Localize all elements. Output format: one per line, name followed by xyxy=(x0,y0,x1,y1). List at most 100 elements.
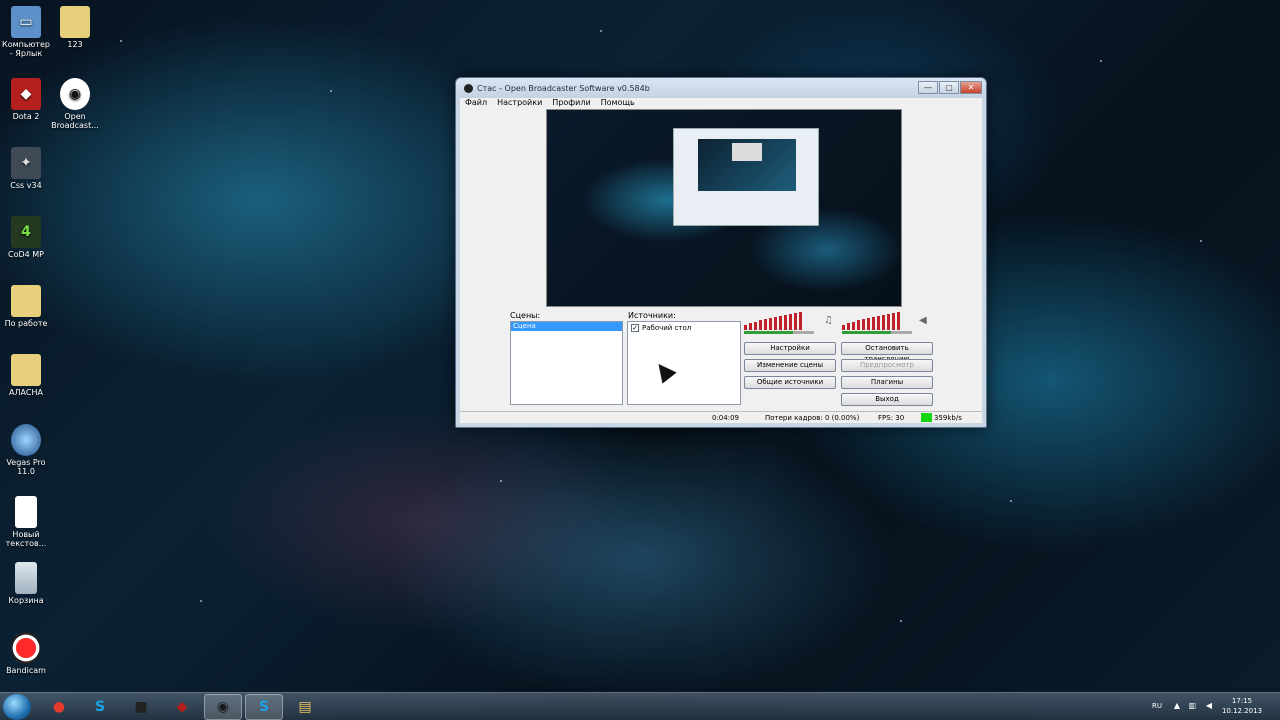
volume-icon[interactable]: ◀ xyxy=(1206,701,1212,710)
star xyxy=(500,480,502,482)
dropped-frames: Потери кадров: 0 (0.00%) xyxy=(765,414,860,422)
window-client: Сцены: Сцена Источники: ✓ Рабочий стол ♫… xyxy=(460,109,982,423)
window-controls: — ▢ ✕ xyxy=(918,81,982,94)
menu-bar: Файл Настройки Профили Помощь xyxy=(460,98,982,109)
desktop-icon-label: АЛАСНА xyxy=(8,388,44,397)
desktop-icon-label: Open Broadcast... xyxy=(51,112,99,130)
clock-date[interactable]: 10.12.2013 xyxy=(1218,707,1266,715)
computer-icon: ▭ xyxy=(11,6,41,38)
dota2-icon: ◆ xyxy=(176,699,188,715)
menu-help[interactable]: Помощь xyxy=(601,98,635,109)
taskbar-app[interactable]: ■ xyxy=(122,694,160,720)
menu-settings[interactable]: Настройки xyxy=(497,98,542,109)
source-label: Рабочий стол xyxy=(642,324,692,332)
bandicam-icon xyxy=(11,632,41,664)
desktop-icon-cod4[interactable]: 4 CoD4 MP xyxy=(1,216,51,259)
desktop-icon-obs[interactable]: ◉ Open Broadcast... xyxy=(50,78,100,130)
sources-label: Источники: xyxy=(628,311,676,320)
dota2-icon: ◆ xyxy=(11,78,41,110)
obs-icon: ◉ xyxy=(60,78,90,110)
menu-profiles[interactable]: Профили xyxy=(552,98,590,109)
stream-preview[interactable] xyxy=(546,109,902,307)
taskbar-app[interactable]: S xyxy=(81,694,119,720)
star xyxy=(120,40,122,42)
taskbar-app[interactable]: ▤ xyxy=(286,694,324,720)
media-player-icon: ■ xyxy=(134,699,148,715)
desktop-icon-label: Новый текстов... xyxy=(5,530,47,548)
desktop-icon-recycle-bin[interactable]: Корзина xyxy=(1,562,51,605)
source-item[interactable]: ✓ Рабочий стол xyxy=(628,322,740,334)
stream-time: 0:04:09 xyxy=(712,414,739,422)
desktop-icon-label: Dota 2 xyxy=(12,112,40,121)
folder-icon xyxy=(60,6,90,38)
sources-list[interactable]: ✓ Рабочий стол xyxy=(627,321,741,405)
desktop-audio-meter xyxy=(744,312,802,330)
obs-icon: ◉ xyxy=(216,699,230,715)
desktop-icon-computer[interactable]: ▭ Компьютер - Ярлык xyxy=(1,6,51,58)
plugins-button[interactable]: Плагины xyxy=(841,376,933,389)
bitrate-readout: 359kb/s xyxy=(934,414,962,422)
desktop-icon-vegas[interactable]: Vegas Pro 11.0 xyxy=(1,424,51,476)
star xyxy=(1200,240,1202,242)
stop-stream-button[interactable]: Остановить трансляцию xyxy=(841,342,933,363)
minimize-button[interactable]: — xyxy=(918,81,938,94)
taskbar: ● S ■ ◆ ◉ S ▤ RU ▲ ▥ ◀ 17:15 10.12.2013 xyxy=(0,692,1280,720)
chrome-icon: ● xyxy=(52,699,66,715)
scenes-list[interactable]: Сцена xyxy=(510,321,623,405)
taskbar-app[interactable]: ◆ xyxy=(163,694,201,720)
nested-preview-window-small xyxy=(732,143,762,161)
start-button[interactable] xyxy=(3,694,31,720)
desktop-icon-text-file[interactable]: Новый текстов... xyxy=(1,496,51,548)
desktop-icon-css[interactable]: ✦ Css v34 xyxy=(1,147,51,190)
desktop-icon-label: 123 xyxy=(67,40,83,49)
global-sources-button[interactable]: Общие источники xyxy=(744,376,836,389)
fps-readout: FPS: 30 xyxy=(878,414,905,422)
taskbar-app[interactable]: ● xyxy=(40,694,78,720)
menu-file[interactable]: Файл xyxy=(465,98,487,109)
close-button[interactable]: ✕ xyxy=(960,81,982,94)
desktop-icon-label: Bandicam xyxy=(6,666,46,675)
preview-button[interactable]: Предпросмотр xyxy=(841,359,933,372)
desktop-icon-label: Vegas Pro 11.0 xyxy=(6,458,46,476)
skype-icon: S xyxy=(258,699,270,715)
microphone-icon[interactable]: ♫ xyxy=(824,315,835,327)
obs-icon xyxy=(464,83,473,93)
settings-button[interactable]: Настройки xyxy=(744,342,836,355)
star xyxy=(200,600,202,602)
window-titlebar[interactable]: Стас - Open Broadcaster Software v0.584b xyxy=(456,78,986,98)
obs-window: Стас - Open Broadcaster Software v0.584b… xyxy=(455,77,987,428)
desktop-icon-work-folder[interactable]: По работе xyxy=(1,285,51,328)
nested-preview-window xyxy=(673,128,819,226)
language-indicator[interactable]: RU xyxy=(1152,702,1162,710)
star xyxy=(1010,500,1012,502)
star xyxy=(330,90,332,92)
desktop-icon-label: Корзина xyxy=(8,596,44,605)
desktop-volume-slider[interactable] xyxy=(744,331,814,334)
exit-button[interactable]: Выход xyxy=(841,393,933,406)
source-checkbox[interactable]: ✓ xyxy=(631,324,639,332)
cod4-icon: 4 xyxy=(11,216,41,248)
taskbar-app-active[interactable]: S xyxy=(245,694,283,720)
folder-icon xyxy=(11,354,41,386)
recycle-bin-icon xyxy=(15,562,37,594)
desktop-icon-dota2[interactable]: ◆ Dota 2 xyxy=(1,78,51,121)
desktop-icon-label: Css v34 xyxy=(10,181,42,190)
desktop-icon-label: CoD4 MP xyxy=(8,250,44,259)
clock-time[interactable]: 17:15 xyxy=(1218,697,1266,705)
text-file-icon xyxy=(15,496,37,528)
desktop-icon-alasna-folder[interactable]: АЛАСНА xyxy=(1,354,51,397)
edit-scene-button[interactable]: Изменение сцены xyxy=(744,359,836,372)
vegas-icon xyxy=(11,424,41,456)
network-icon[interactable]: ▥ xyxy=(1188,701,1196,710)
tray-arrow-icon[interactable]: ▲ xyxy=(1174,701,1180,710)
mic-volume-slider[interactable] xyxy=(842,331,912,334)
desktop-icon-123[interactable]: 123 xyxy=(50,6,100,49)
skype-icon: S xyxy=(94,699,106,715)
taskbar-app-active[interactable]: ◉ xyxy=(204,694,242,720)
speaker-icon[interactable]: ◀ xyxy=(919,315,930,327)
scene-item[interactable]: Сцена xyxy=(511,322,622,331)
maximize-button[interactable]: ▢ xyxy=(939,81,959,94)
desktop-icon-bandicam[interactable]: Bandicam xyxy=(1,632,51,675)
scenes-label: Сцены: xyxy=(510,311,541,320)
explorer-icon: ▤ xyxy=(298,699,312,715)
